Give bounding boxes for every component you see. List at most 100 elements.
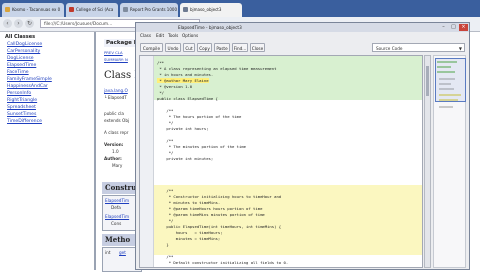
page-favicon-icon <box>123 7 128 12</box>
summary-link[interactable]: SUMMARY: N <box>104 57 128 62</box>
class-list: CallDogLicense CarPersonality DogLicense… <box>7 41 52 125</box>
menu-options[interactable]: Options <box>182 32 198 40</box>
page-favicon-icon <box>5 7 10 12</box>
class-link[interactable]: CarPersonality <box>7 48 52 55</box>
view-mode-select[interactable]: Source Code ▼ <box>372 43 465 52</box>
constructor-desc: Defa <box>111 205 121 210</box>
inheritance-line: └ ElapsedT <box>104 95 127 100</box>
browser-tab[interactable]: Kosmo - Tacannuas ex 0 <box>2 3 64 17</box>
cut-button[interactable]: Cut <box>183 43 195 52</box>
copy-button[interactable]: Copy <box>197 43 212 52</box>
undo-button[interactable]: Undo <box>165 43 181 52</box>
class-link[interactable]: FamilyFrameSimple <box>7 76 52 83</box>
code-line: */ <box>157 90 165 95</box>
menu-edit[interactable]: Edit <box>156 32 164 40</box>
browser-tab-strip: Kosmo - Tacannuas ex 0 College of Sci (A… <box>0 0 480 17</box>
code-line: private int minutes; <box>157 156 214 161</box>
code-line: * @param timeMins minutes portion of tim… <box>157 212 265 217</box>
editor-titlebar[interactable]: ElapsedTime - bjmaso_object3 – □ × <box>136 23 469 32</box>
browser-tab[interactable]: College of Sci (Aca <box>66 3 118 17</box>
editor-toolbar: Compile Undo Cut Copy Paste Find... Clos… <box>136 41 469 54</box>
minimap-viewport[interactable] <box>435 58 466 102</box>
method-link[interactable]: get <box>119 250 126 255</box>
forward-arrow-icon[interactable]: › <box>14 19 23 28</box>
code-line: * The minutes portion of the time <box>157 144 247 149</box>
constructor-link[interactable]: ElapsedTim <box>105 214 129 219</box>
prev-class-link[interactable]: PREV CLA <box>104 50 123 55</box>
class-link[interactable]: RightTriangle <box>7 97 52 104</box>
class-link[interactable]: FaceTime <box>7 69 52 76</box>
tab-label: bjmaso_object3 <box>190 7 222 12</box>
tab-label: Kosmo - Tacannuas ex 0 <box>12 7 61 12</box>
line-gutter <box>140 56 154 267</box>
menu-tools[interactable]: Tools <box>168 32 178 40</box>
back-arrow-icon[interactable]: ‹ <box>3 19 12 28</box>
code-line: * Constructor initializing hours to time… <box>157 194 282 199</box>
class-description: A class repr <box>104 130 129 135</box>
find-button[interactable]: Find... <box>232 43 248 52</box>
scrollbar-thumb[interactable] <box>426 66 429 96</box>
tab-label: College of Sci (Aca <box>76 7 114 12</box>
code-line: private int hours; <box>157 126 209 131</box>
class-link[interactable]: HappinessAndCar <box>7 83 52 90</box>
constructor-link[interactable]: ElapsedTim <box>105 198 129 203</box>
all-classes-frame: All Classes CallDogLicense CarPersonalit… <box>0 32 96 270</box>
class-link[interactable]: CallDogLicense <box>7 41 52 48</box>
browser-tab[interactable]: Report Pro Grants 1000 <box>120 3 178 17</box>
code-text: /** * A class representing an elapsed ti… <box>157 60 288 267</box>
compile-button[interactable]: Compile <box>140 43 163 52</box>
code-line: * @version 1.0 <box>157 84 193 89</box>
close-icon[interactable]: × <box>459 24 468 31</box>
class-link[interactable]: DogLicense <box>7 55 52 62</box>
code-line: * @param timeHours hours portion of time <box>157 206 263 211</box>
code-line: hours = timeHours; <box>157 230 223 235</box>
author-value: Mary <box>112 163 123 168</box>
field-scope-block <box>154 100 422 185</box>
code-line: /** <box>157 188 174 193</box>
code-line-selected: * @author Mary Elaine <box>157 78 209 83</box>
code-minimap[interactable] <box>433 55 466 268</box>
all-classes-title: All Classes <box>5 34 36 40</box>
code-line: * The hours portion of the time <box>157 114 242 119</box>
code-line: * minutes to timeMins. <box>157 200 221 205</box>
close-button[interactable]: Close <box>250 43 265 52</box>
reload-icon[interactable]: ↻ <box>25 19 34 28</box>
code-editor-window: ElapsedTime - bjmaso_object3 – □ × Class… <box>135 22 470 270</box>
code-line: */ <box>157 218 174 223</box>
minimize-icon[interactable]: – <box>439 24 448 31</box>
code-line: /** <box>157 108 174 113</box>
source-code-editor[interactable]: /** * A class representing an elapsed ti… <box>139 55 423 268</box>
constructor-desc: Cons <box>111 221 122 226</box>
class-link[interactable]: TimeDifference <box>7 118 52 125</box>
minimap-line <box>439 106 453 108</box>
paste-button[interactable]: Paste <box>214 43 230 52</box>
code-line: } <box>157 242 169 247</box>
declaration-line: public cla <box>104 111 124 116</box>
superclass-link[interactable]: java.lang.O <box>104 88 128 93</box>
class-link[interactable]: SunsetTimes <box>7 111 52 118</box>
maximize-icon[interactable]: □ <box>449 24 458 31</box>
view-mode-value: Source Code <box>376 46 403 51</box>
class-link[interactable]: PersonInfo <box>7 90 52 97</box>
code-line: /** <box>157 138 174 143</box>
code-line: minutes = timeMins; <box>157 236 221 241</box>
page-favicon-icon <box>183 7 188 12</box>
author-label: Author: <box>104 156 122 161</box>
extends-line: extends Obj <box>104 118 130 123</box>
chevron-down-icon: ▼ <box>458 46 462 51</box>
code-line: */ <box>157 120 174 125</box>
class-link[interactable]: Spreadsheet <box>7 104 52 111</box>
editor-title: ElapsedTime - bjmaso_object3 <box>178 25 242 30</box>
code-line: public class ElapsedTime { <box>157 96 218 101</box>
editor-menubar: Class Edit Tools Options <box>136 32 469 40</box>
browser-tab-active[interactable]: bjmaso_object3 <box>180 3 242 17</box>
code-line: /** <box>157 60 165 65</box>
menu-class[interactable]: Class <box>140 32 151 40</box>
code-line: */ <box>157 150 174 155</box>
code-line: */ <box>157 266 174 267</box>
version-value: 1.0 <box>112 149 119 154</box>
tab-label: Report Pro Grants 1000 <box>130 7 177 12</box>
code-line: /** <box>157 254 174 259</box>
editor-scrollbar[interactable] <box>424 55 431 268</box>
class-link[interactable]: ElapsedTime <box>7 62 52 69</box>
